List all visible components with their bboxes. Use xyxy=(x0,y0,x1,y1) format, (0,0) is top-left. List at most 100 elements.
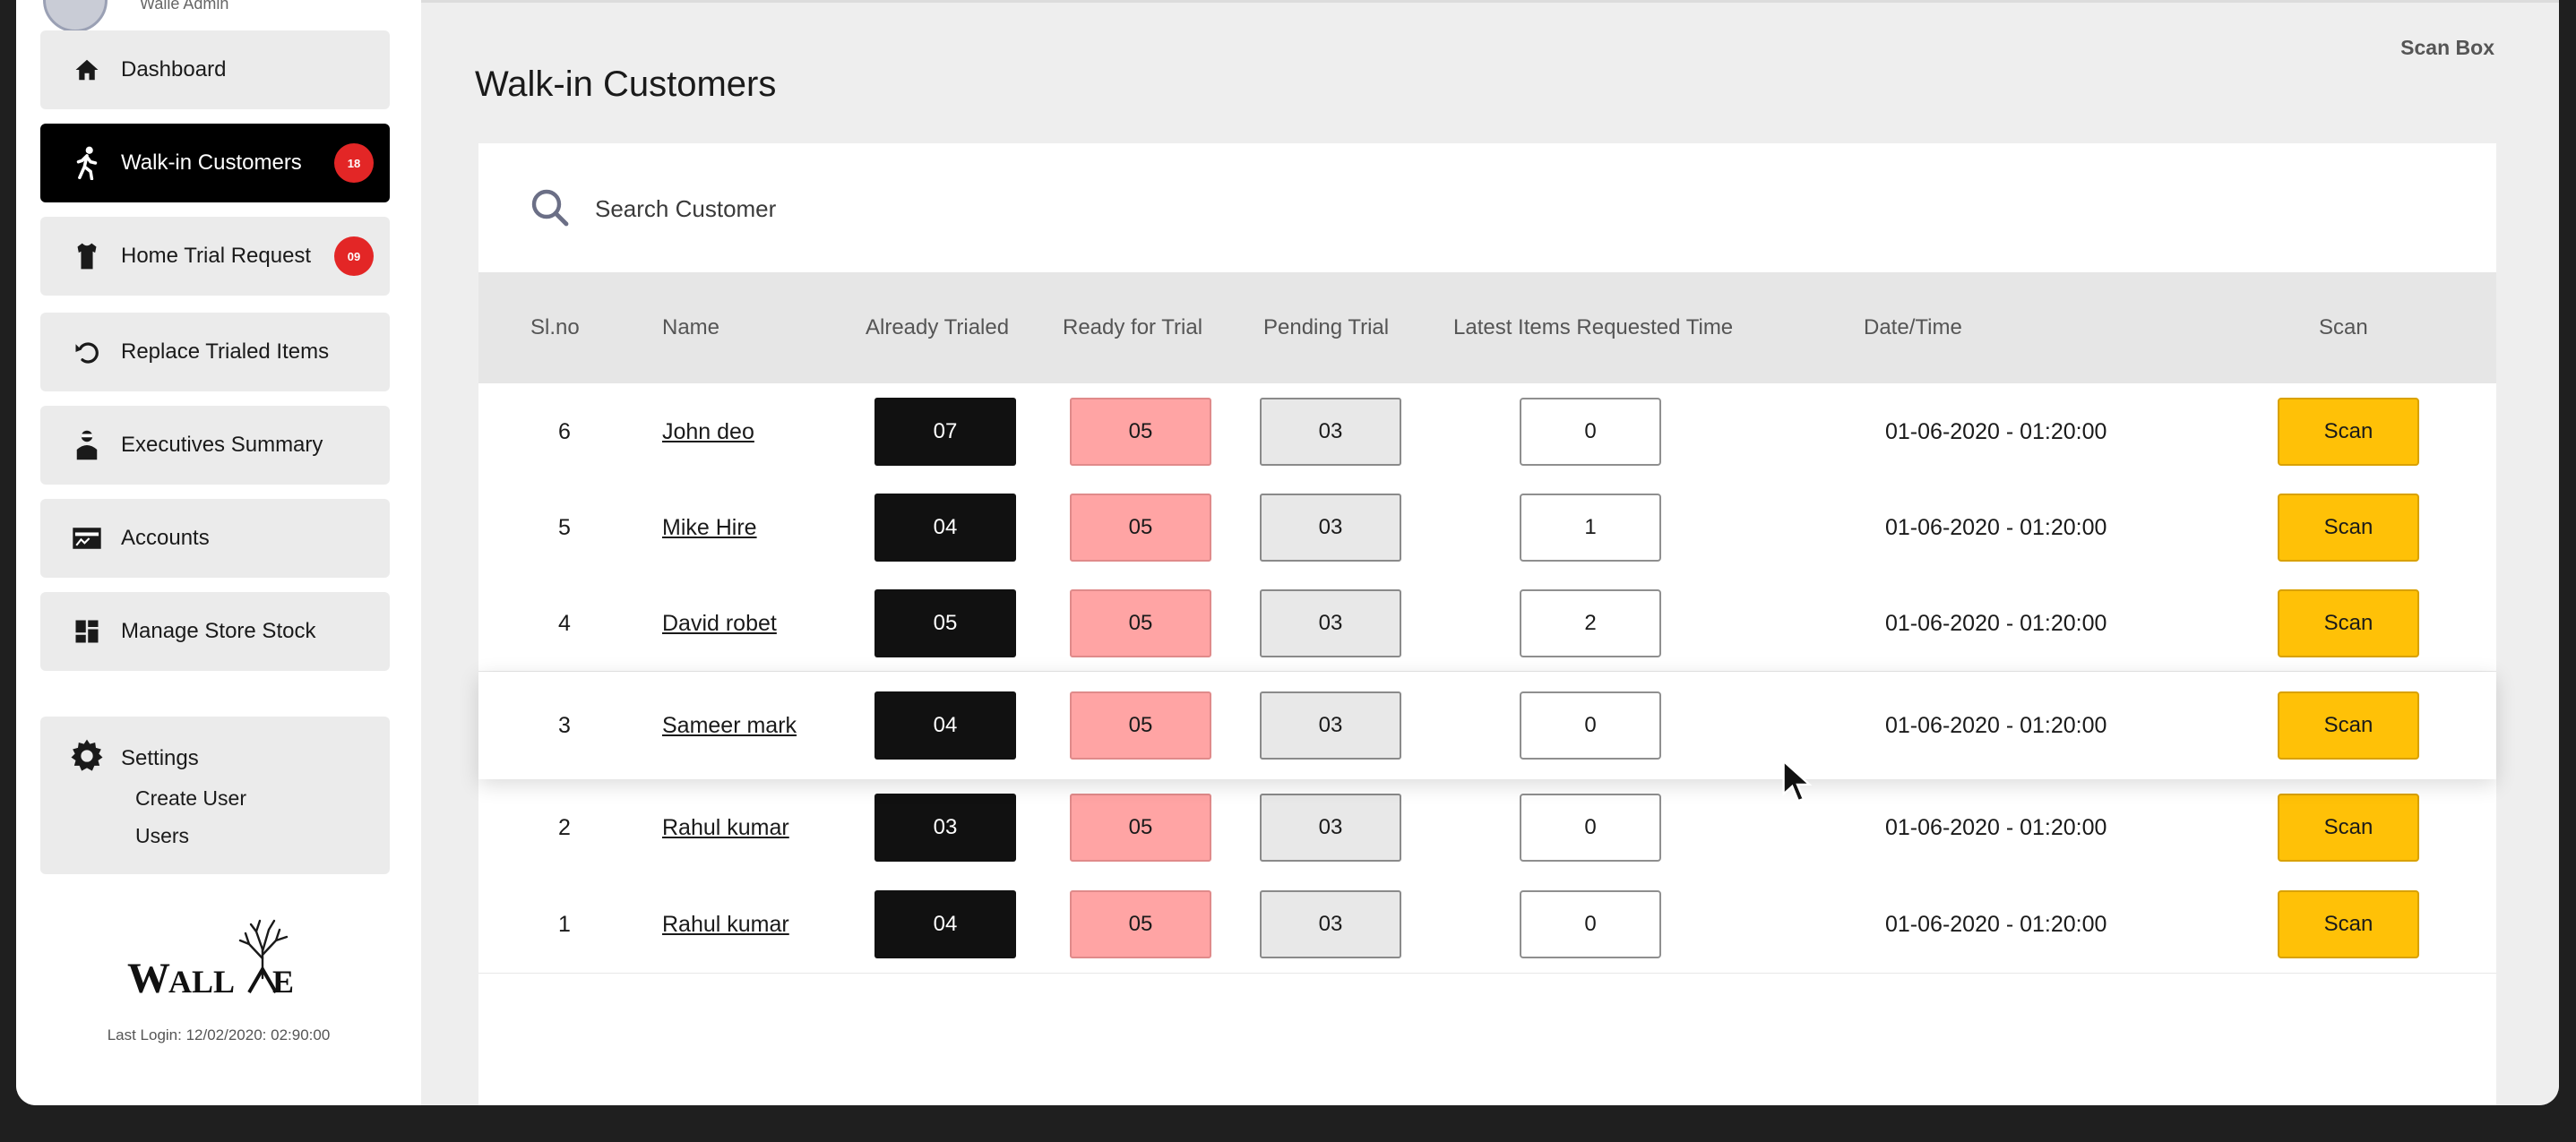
sidebar-item-replace-trialed-items[interactable]: Replace Trialed Items xyxy=(40,313,390,391)
serial-number: 3 xyxy=(558,713,571,738)
pending-trial-count: 03 xyxy=(1260,691,1401,760)
customer-name-link[interactable]: Rahul kumar xyxy=(662,912,789,938)
notification-badge: 18 xyxy=(334,143,374,183)
already-trialed-count: 04 xyxy=(874,494,1016,562)
page-title: Walk-in Customers xyxy=(475,64,777,104)
date-time: 01-06-2020 - 01:20:00 xyxy=(1885,713,2107,738)
date-time: 01-06-2020 - 01:20:00 xyxy=(1885,515,2107,540)
latest-items-field[interactable] xyxy=(1520,691,1661,760)
sidebar-item-home-trial-request[interactable]: Home Trial Request 09 xyxy=(40,217,390,296)
notification-badge: 09 xyxy=(334,236,374,276)
column-header: Already Trialed xyxy=(866,315,1010,339)
main-content: Walk-in Customers Scan Box Sl.no Name Al… xyxy=(421,0,2559,1105)
ready-for-trial-count: 05 xyxy=(1070,589,1211,657)
pending-trial-count: 03 xyxy=(1260,794,1401,862)
mouse-cursor-icon xyxy=(1782,760,1813,803)
serial-number: 4 xyxy=(558,611,571,636)
sidebar-item-manage-store-stock[interactable]: Manage Store Stock xyxy=(40,592,390,671)
table-row[interactable]: 4 David robet 05 05 03 01-06-2020 - 01:20:00 S… xyxy=(478,575,2496,672)
scan-box-label[interactable]: Scan Box xyxy=(2400,36,2494,60)
already-trialed-count: 04 xyxy=(874,691,1016,760)
column-header: Scan xyxy=(2319,315,2368,339)
already-trialed-count: 04 xyxy=(874,890,1016,958)
latest-items-field[interactable] xyxy=(1520,890,1661,958)
stock-grid-icon xyxy=(69,614,105,649)
date-time: 01-06-2020 - 01:20:00 xyxy=(1885,611,2107,636)
sidebar-item-label: Accounts xyxy=(121,526,210,550)
scan-button[interactable]: Scan xyxy=(2278,589,2419,657)
serial-number: 6 xyxy=(558,419,571,444)
scan-button[interactable]: Scan xyxy=(2278,691,2419,760)
latest-items-field[interactable] xyxy=(1520,494,1661,562)
scan-button[interactable]: Scan xyxy=(2278,398,2419,466)
table-row[interactable]: 3 Sameer mark 04 05 03 01-06-2020 - 01:20:00 S… xyxy=(478,672,2496,779)
ready-for-trial-count: 05 xyxy=(1070,398,1211,466)
users-link[interactable]: Users xyxy=(135,824,189,848)
create-user-link[interactable]: Create User xyxy=(135,786,246,811)
column-header: Name xyxy=(662,315,720,339)
table-header: Sl.no Name Already Trialed Ready for Tri… xyxy=(478,272,2496,383)
shirt-icon xyxy=(69,238,105,274)
already-trialed-count: 07 xyxy=(874,398,1016,466)
search-input[interactable] xyxy=(593,186,1314,231)
search-bar xyxy=(478,143,2496,272)
customer-name-link[interactable]: Mike Hire xyxy=(662,515,757,541)
walking-person-icon xyxy=(69,145,105,181)
sidebar-item-label: Dashboard xyxy=(121,57,227,82)
column-header: Latest Items Requested Time xyxy=(1453,315,1734,339)
sidebar-item-dashboard[interactable]: Dashboard xyxy=(40,30,390,109)
last-login-text: Last Login: 12/02/2020: 02:90:00 xyxy=(107,1026,331,1043)
column-header: Sl.no xyxy=(530,315,580,339)
settings-panel: Settings Create User Users xyxy=(40,717,390,874)
sidebar-item-label: Home Trial Request xyxy=(121,244,312,268)
column-header: Pending Trial xyxy=(1263,315,1390,339)
customers-card: Sl.no Name Already Trialed Ready for Tri… xyxy=(478,143,2496,1105)
app-window: Walle Admin Dashboard Walk-in Customers … xyxy=(16,0,2559,1105)
sidebar-item-accounts[interactable]: Accounts xyxy=(40,499,390,578)
table-row[interactable]: 6 John deo 07 05 03 01-06-2020 - 01:20:00 Sca… xyxy=(478,383,2496,481)
table-row[interactable]: 1 Rahul kumar 04 05 03 01-06-2020 - 01:20:00 S… xyxy=(478,876,2496,974)
scan-button[interactable]: Scan xyxy=(2278,890,2419,958)
settings-label: Settings xyxy=(121,745,199,770)
table-row[interactable]: 2 Rahul kumar 03 05 03 01-06-2020 - 01:20:00 S… xyxy=(478,779,2496,877)
column-header: Ready for Trial xyxy=(1063,315,1203,339)
svg-text:W: W xyxy=(127,955,170,1002)
user-name: Walle Admin xyxy=(140,0,229,13)
customer-name-link[interactable]: David robet xyxy=(662,611,777,637)
table-row[interactable]: 5 Mike Hire 04 05 03 01-06-2020 - 01:20:00 Sca… xyxy=(478,479,2496,576)
ready-for-trial-count: 05 xyxy=(1070,890,1211,958)
sidebar-item-label: Replace Trialed Items xyxy=(121,339,330,364)
avatar[interactable] xyxy=(43,0,108,32)
already-trialed-count: 05 xyxy=(874,589,1016,657)
already-trialed-count: 03 xyxy=(874,794,1016,862)
latest-items-field[interactable] xyxy=(1520,589,1661,657)
sidebar-item-label: Walk-in Customers xyxy=(121,150,302,175)
customer-name-link[interactable]: Sameer mark xyxy=(662,713,797,739)
sidebar-item-executives-summary[interactable]: Executives Summary xyxy=(40,406,390,485)
column-header: Date/Time xyxy=(1864,315,1962,339)
latest-items-field[interactable] xyxy=(1520,398,1661,466)
ready-for-trial-count: 05 xyxy=(1070,794,1211,862)
search-icon[interactable] xyxy=(529,186,572,229)
sidebar-item-walk-in-customers[interactable]: Walk-in Customers 18 xyxy=(40,124,390,202)
customer-name-link[interactable]: John deo xyxy=(662,419,754,445)
date-time: 01-06-2020 - 01:20:00 xyxy=(1885,815,2107,840)
undo-icon xyxy=(69,334,105,370)
home-icon xyxy=(69,52,105,88)
latest-items-field[interactable] xyxy=(1520,794,1661,862)
date-time: 01-06-2020 - 01:20:00 xyxy=(1885,419,2107,444)
pending-trial-count: 03 xyxy=(1260,890,1401,958)
svg-text:E: E xyxy=(272,964,294,1000)
sidebar-item-label: Manage Store Stock xyxy=(121,619,316,643)
serial-number: 2 xyxy=(558,815,571,840)
pending-trial-count: 03 xyxy=(1260,398,1401,466)
scan-button[interactable]: Scan xyxy=(2278,494,2419,562)
ready-for-trial-count: 05 xyxy=(1070,691,1211,760)
settings-link[interactable]: Settings xyxy=(69,738,199,778)
scan-button[interactable]: Scan xyxy=(2278,794,2419,862)
date-time: 01-06-2020 - 01:20:00 xyxy=(1885,912,2107,937)
walle-logo: W ALL E xyxy=(115,914,312,1003)
sidebar-item-label: Executives Summary xyxy=(121,433,323,457)
customer-name-link[interactable]: Rahul kumar xyxy=(662,815,789,841)
gear-icon xyxy=(69,738,105,778)
